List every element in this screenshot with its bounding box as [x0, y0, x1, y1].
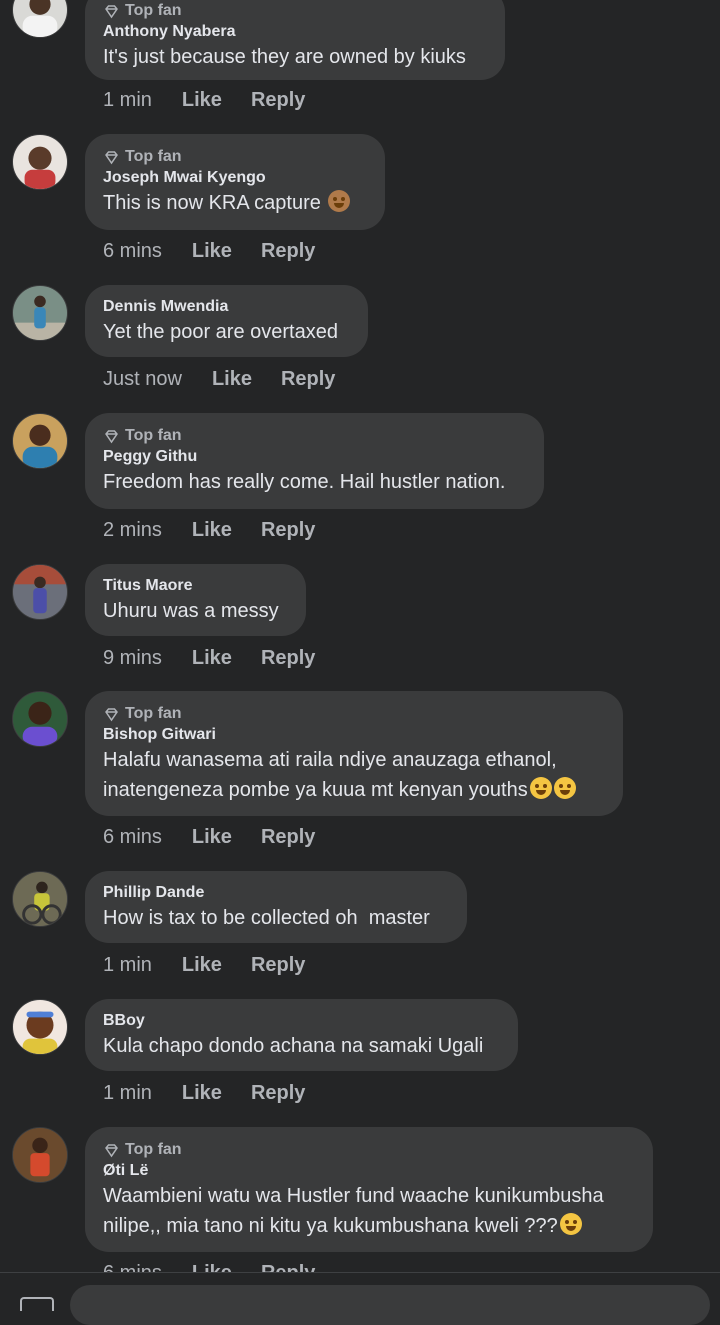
comment-text: Yet the poor are overtaxed [103, 321, 338, 343]
comment-actions: 1 min Like Reply [103, 1082, 334, 1105]
comment-composer-bar [0, 1272, 720, 1325]
comment-bubble[interactable]: Top fan Øti Lë Waambieni watu wa Hustler… [85, 1127, 653, 1252]
reply-button[interactable]: Reply [261, 519, 315, 542]
diamond-icon [105, 150, 118, 164]
reply-button[interactable]: Reply [261, 826, 315, 849]
top-fan-badge: Top fan [103, 1139, 634, 1161]
comment-actions: 9 mins Like Reply [103, 647, 344, 670]
thinking-face-icon [559, 1213, 582, 1235]
commenter-name[interactable]: Titus Maore [103, 576, 287, 596]
comment-actions: Just now Like Reply [103, 368, 364, 391]
comment-time[interactable]: 2 mins [103, 519, 162, 542]
reply-button[interactable]: Reply [251, 89, 305, 112]
avatar[interactable] [12, 0, 68, 38]
commenter-name[interactable]: Anthony Nyabera [103, 22, 486, 42]
top-fan-badge: Top fan [103, 0, 486, 22]
like-button[interactable]: Like [192, 519, 232, 542]
diamond-icon [105, 1143, 118, 1157]
comment-bubble[interactable]: Top fan Anthony Nyabera It's just becaus… [85, 0, 505, 80]
comment-time[interactable]: 6 mins [103, 240, 162, 263]
reply-button[interactable]: Reply [261, 240, 315, 263]
avatar[interactable] [12, 1127, 68, 1183]
like-button[interactable]: Like [192, 826, 232, 849]
comment-bubble[interactable]: Titus Maore Uhuru was a messy [85, 564, 306, 636]
avatar[interactable] [12, 413, 68, 469]
like-button[interactable]: Like [192, 647, 232, 670]
comment-time[interactable]: 1 min [103, 89, 152, 112]
comment-time[interactable]: Just now [103, 368, 182, 391]
comment-actions: 6 mins Like Reply [103, 240, 344, 263]
comment-text: How is tax to be collected oh master [103, 907, 430, 929]
reply-button[interactable]: Reply [251, 1082, 305, 1105]
comment-text-line: Waambieni watu wa Hustler fund waache ku… [103, 1185, 604, 1207]
comment-actions: 1 min Like Reply [103, 89, 334, 112]
comment-bubble[interactable]: Top fan Joseph Mwai Kyengo This is now K… [85, 134, 385, 230]
reply-button[interactable]: Reply [261, 647, 315, 670]
see-no-evil-monkey-icon [328, 190, 351, 212]
commenter-name[interactable]: BBoy [103, 1011, 499, 1031]
comment-time[interactable]: 9 mins [103, 647, 162, 670]
commenter-name[interactable]: Phillip Dande [103, 883, 448, 903]
comment-bubble[interactable]: Top fan Bishop Gitwari Halafu wanasema a… [85, 691, 623, 816]
diamond-icon [105, 429, 118, 443]
top-fan-badge: Top fan [103, 703, 604, 725]
like-button[interactable]: Like [212, 368, 252, 391]
comment-text: Freedom has really come. Hail hustler na… [103, 471, 506, 493]
avatar[interactable] [12, 134, 68, 190]
comment-actions: 1 min Like Reply [103, 954, 334, 977]
comment-bubble[interactable]: BBoy Kula chapo dondo achana na samaki U… [85, 999, 518, 1071]
avatar[interactable] [12, 999, 68, 1055]
comment-actions: 6 mins Like Reply [103, 826, 344, 849]
commenter-name[interactable]: Bishop Gitwari [103, 725, 604, 745]
top-fan-badge: Top fan [103, 425, 525, 447]
like-button[interactable]: Like [182, 89, 222, 112]
avatar[interactable] [12, 871, 68, 927]
avatar[interactable] [12, 285, 68, 341]
like-button[interactable]: Like [182, 954, 222, 977]
comment-text-line: inatengeneza pombe ya kuua mt kenyan you… [103, 779, 528, 801]
avatar[interactable] [12, 691, 68, 747]
comment-bubble[interactable]: Phillip Dande How is tax to be collected… [85, 871, 467, 943]
comment-text: This is now KRA capture [103, 192, 321, 214]
comment-bubble[interactable]: Dennis Mwendia Yet the poor are overtaxe… [85, 285, 368, 357]
rolling-laughing-face-icon [529, 777, 552, 799]
camera-icon[interactable] [20, 1297, 54, 1311]
comment-time[interactable]: 6 mins [103, 826, 162, 849]
comment-time[interactable]: 1 min [103, 954, 152, 977]
commenter-name[interactable]: Øti Lë [103, 1161, 634, 1181]
avatar[interactable] [12, 564, 68, 620]
comment-input[interactable] [70, 1285, 710, 1325]
comment-text: Kula chapo dondo achana na samaki Ugali [103, 1035, 484, 1057]
rolling-laughing-face-icon [553, 777, 576, 799]
comment-actions: 2 mins Like Reply [103, 519, 344, 542]
comment-text: Uhuru was a messy [103, 600, 279, 622]
comment-text-line: Halafu wanasema ati raila ndiye anauzaga… [103, 749, 557, 771]
comment-text: It's just because they are owned by kiuk… [103, 46, 466, 68]
commenter-name[interactable]: Joseph Mwai Kyengo [103, 168, 366, 188]
reply-button[interactable]: Reply [251, 954, 305, 977]
diamond-icon [105, 707, 118, 721]
commenter-name[interactable]: Dennis Mwendia [103, 297, 349, 317]
like-button[interactable]: Like [182, 1082, 222, 1105]
diamond-icon [105, 4, 118, 18]
reply-button[interactable]: Reply [281, 368, 335, 391]
commenter-name[interactable]: Peggy Githu [103, 447, 525, 467]
comment-time[interactable]: 1 min [103, 1082, 152, 1105]
like-button[interactable]: Like [192, 240, 232, 263]
comment-text-line: nilipe,, mia tano ni kitu ya kukumbushan… [103, 1215, 558, 1237]
top-fan-badge: Top fan [103, 146, 366, 168]
comment-bubble[interactable]: Top fan Peggy Githu Freedom has really c… [85, 413, 544, 509]
